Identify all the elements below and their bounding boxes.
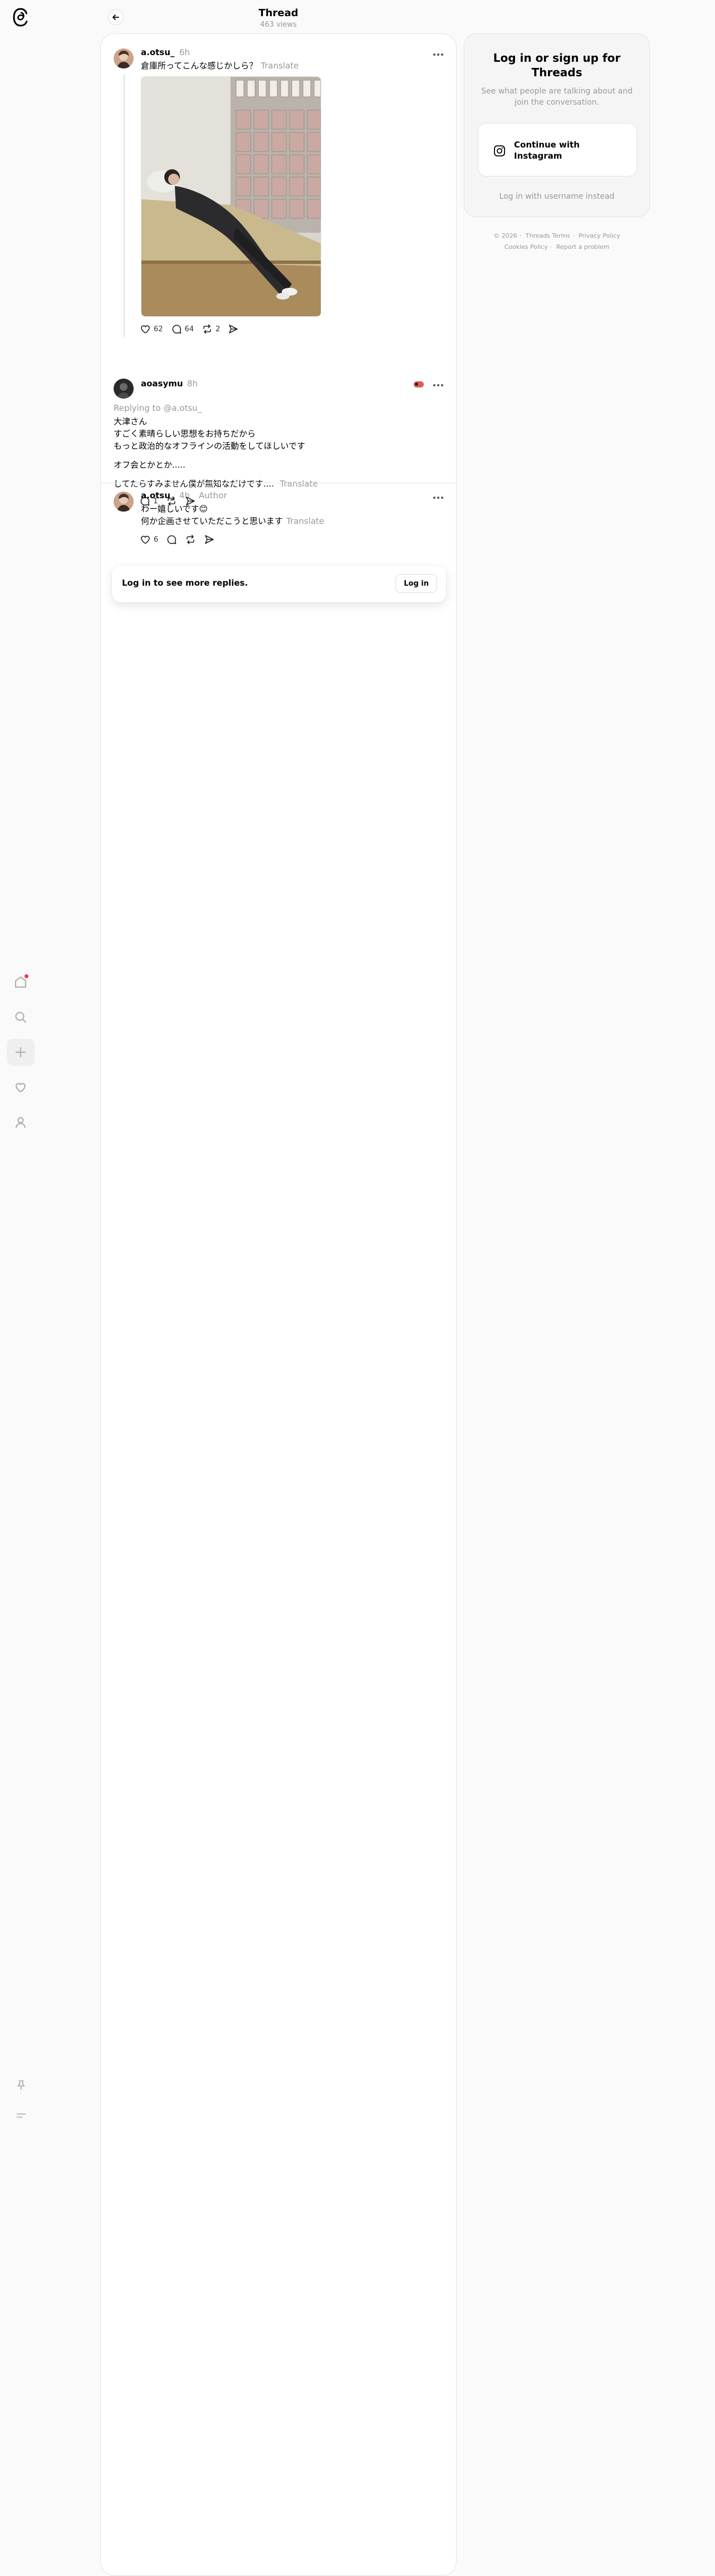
reply-button[interactable]: 64 — [171, 322, 194, 336]
reply-line-1: わー嬉しいです😊 — [141, 504, 208, 514]
footer-privacy-link[interactable]: Privacy Policy — [579, 232, 620, 239]
comment-icon — [167, 535, 177, 544]
thread-column: a.otsu_ 6h 倉庫所ってこんな感じかしら？ Translate 62 6… — [100, 33, 457, 2576]
reply-username[interactable]: a.otsu_ — [141, 490, 174, 501]
repost-button[interactable] — [185, 533, 196, 546]
share-button[interactable] — [228, 322, 239, 336]
nav-profile-button[interactable] — [7, 1109, 35, 1136]
view-count: 463 views — [260, 21, 297, 29]
reply-line-2-text: 何か企画させていただこうと思います — [141, 516, 283, 526]
search-icon — [15, 1012, 27, 1023]
reply-button[interactable] — [166, 533, 177, 546]
post-body: 倉庫所ってこんな感じかしら？ — [141, 61, 258, 71]
reply-time: 8h — [187, 379, 198, 389]
like-button[interactable]: 62 — [140, 322, 163, 336]
avatar[interactable] — [114, 492, 134, 512]
card-description: See what people are talking about and jo… — [481, 87, 633, 107]
notification-dot — [23, 973, 30, 979]
repost-icon — [187, 534, 195, 544]
main-post: a.otsu_ 6h 倉庫所ってこんな感じかしら？ Translate 62 6… — [101, 34, 456, 343]
pin-icon — [17, 2080, 25, 2091]
share-button[interactable] — [204, 533, 215, 546]
login-prompt-bar: Log in to see more replies. Log in — [112, 566, 446, 602]
send-icon — [229, 325, 238, 333]
post-text: 倉庫所ってこんな感じかしら？ Translate — [141, 60, 298, 72]
repost-button[interactable]: 2 — [202, 322, 220, 336]
reply-badge-image — [413, 380, 425, 389]
reply-line-1: 大津さん — [114, 416, 148, 426]
menu-button[interactable] — [13, 2108, 29, 2123]
reply-username[interactable]: aoasymu — [141, 379, 183, 389]
thread-line — [124, 74, 125, 337]
username-login-link[interactable]: Log in with username instead — [464, 192, 649, 201]
page-title: Thread — [258, 7, 298, 19]
plus-icon — [15, 1047, 26, 1058]
reply-count: 64 — [184, 325, 194, 333]
footer-report-link[interactable]: Report a problem — [556, 243, 610, 251]
reply-line-4: オフ会とかとか..... — [114, 460, 185, 470]
nav-search-button[interactable] — [7, 1004, 35, 1031]
footer: © 2026 · Threads Terms · Privacy Policy Co… — [493, 232, 620, 251]
translate-link[interactable]: Translate — [286, 516, 324, 526]
reply-line-2: すごく素晴らしい思想をお持ちだから — [114, 429, 256, 439]
continue-with-instagram-button[interactable]: Continue with Instagram — [478, 123, 637, 176]
like-count: 6 — [154, 535, 159, 544]
login-button[interactable]: Log in — [395, 574, 437, 593]
send-icon — [205, 535, 214, 544]
reply-time: 4h — [179, 490, 190, 501]
more-options-button[interactable] — [432, 380, 445, 391]
avatar[interactable] — [114, 48, 134, 68]
nav-activity-button[interactable] — [7, 1074, 35, 1101]
nav-create-button[interactable] — [7, 1039, 35, 1066]
post-actions: 62 64 2 — [140, 322, 239, 336]
repost-count: 2 — [216, 325, 221, 333]
instagram-button-label: Continue with Instagram — [514, 140, 580, 161]
threads-logo-icon[interactable] — [12, 7, 30, 27]
translate-link[interactable]: Translate — [261, 61, 298, 71]
replying-to: Replying to @a.otsu_ — [114, 403, 202, 413]
like-button[interactable]: 6 — [140, 533, 158, 546]
avatar[interactable] — [114, 379, 134, 399]
reply-line-2: 何か企画させていただこうと思います Translate — [141, 515, 324, 527]
more-options-button[interactable] — [432, 49, 445, 60]
footer-terms-link[interactable]: Threads Terms — [526, 232, 570, 239]
post-username[interactable]: a.otsu_ — [141, 47, 174, 57]
pin-button[interactable] — [13, 2077, 29, 2093]
heart-icon — [141, 536, 150, 544]
login-prompt-text: Log in to see more replies. — [122, 578, 248, 588]
post-time: 6h — [179, 47, 190, 57]
menu-icon — [16, 2113, 26, 2118]
heart-icon — [141, 325, 150, 333]
repost-icon — [203, 324, 211, 334]
footer-cookies-link[interactable]: Cookies Policy — [505, 243, 548, 251]
thread-header: Thread 463 views — [100, 6, 457, 29]
login-card: Log in or sign up for Threads See what p… — [464, 33, 650, 217]
instagram-icon — [494, 145, 505, 156]
author-badge: Author — [199, 490, 227, 501]
footer-copyright: © 2026 — [493, 232, 517, 239]
more-options-button[interactable] — [432, 492, 445, 503]
nav-notifications-button[interactable] — [7, 969, 35, 995]
profile-icon — [15, 1117, 26, 1128]
reply-actions: 6 — [140, 533, 215, 546]
card-title: Log in or sign up for Threads — [493, 51, 621, 79]
comment-icon — [172, 325, 181, 334]
post-image[interactable] — [141, 76, 321, 317]
reply-line-3: もっと政治的なオフラインの活動をしてほしいです — [114, 441, 306, 451]
heart-icon — [15, 1083, 26, 1093]
left-nav-rail — [0, 0, 42, 2576]
like-count: 62 — [154, 325, 163, 333]
